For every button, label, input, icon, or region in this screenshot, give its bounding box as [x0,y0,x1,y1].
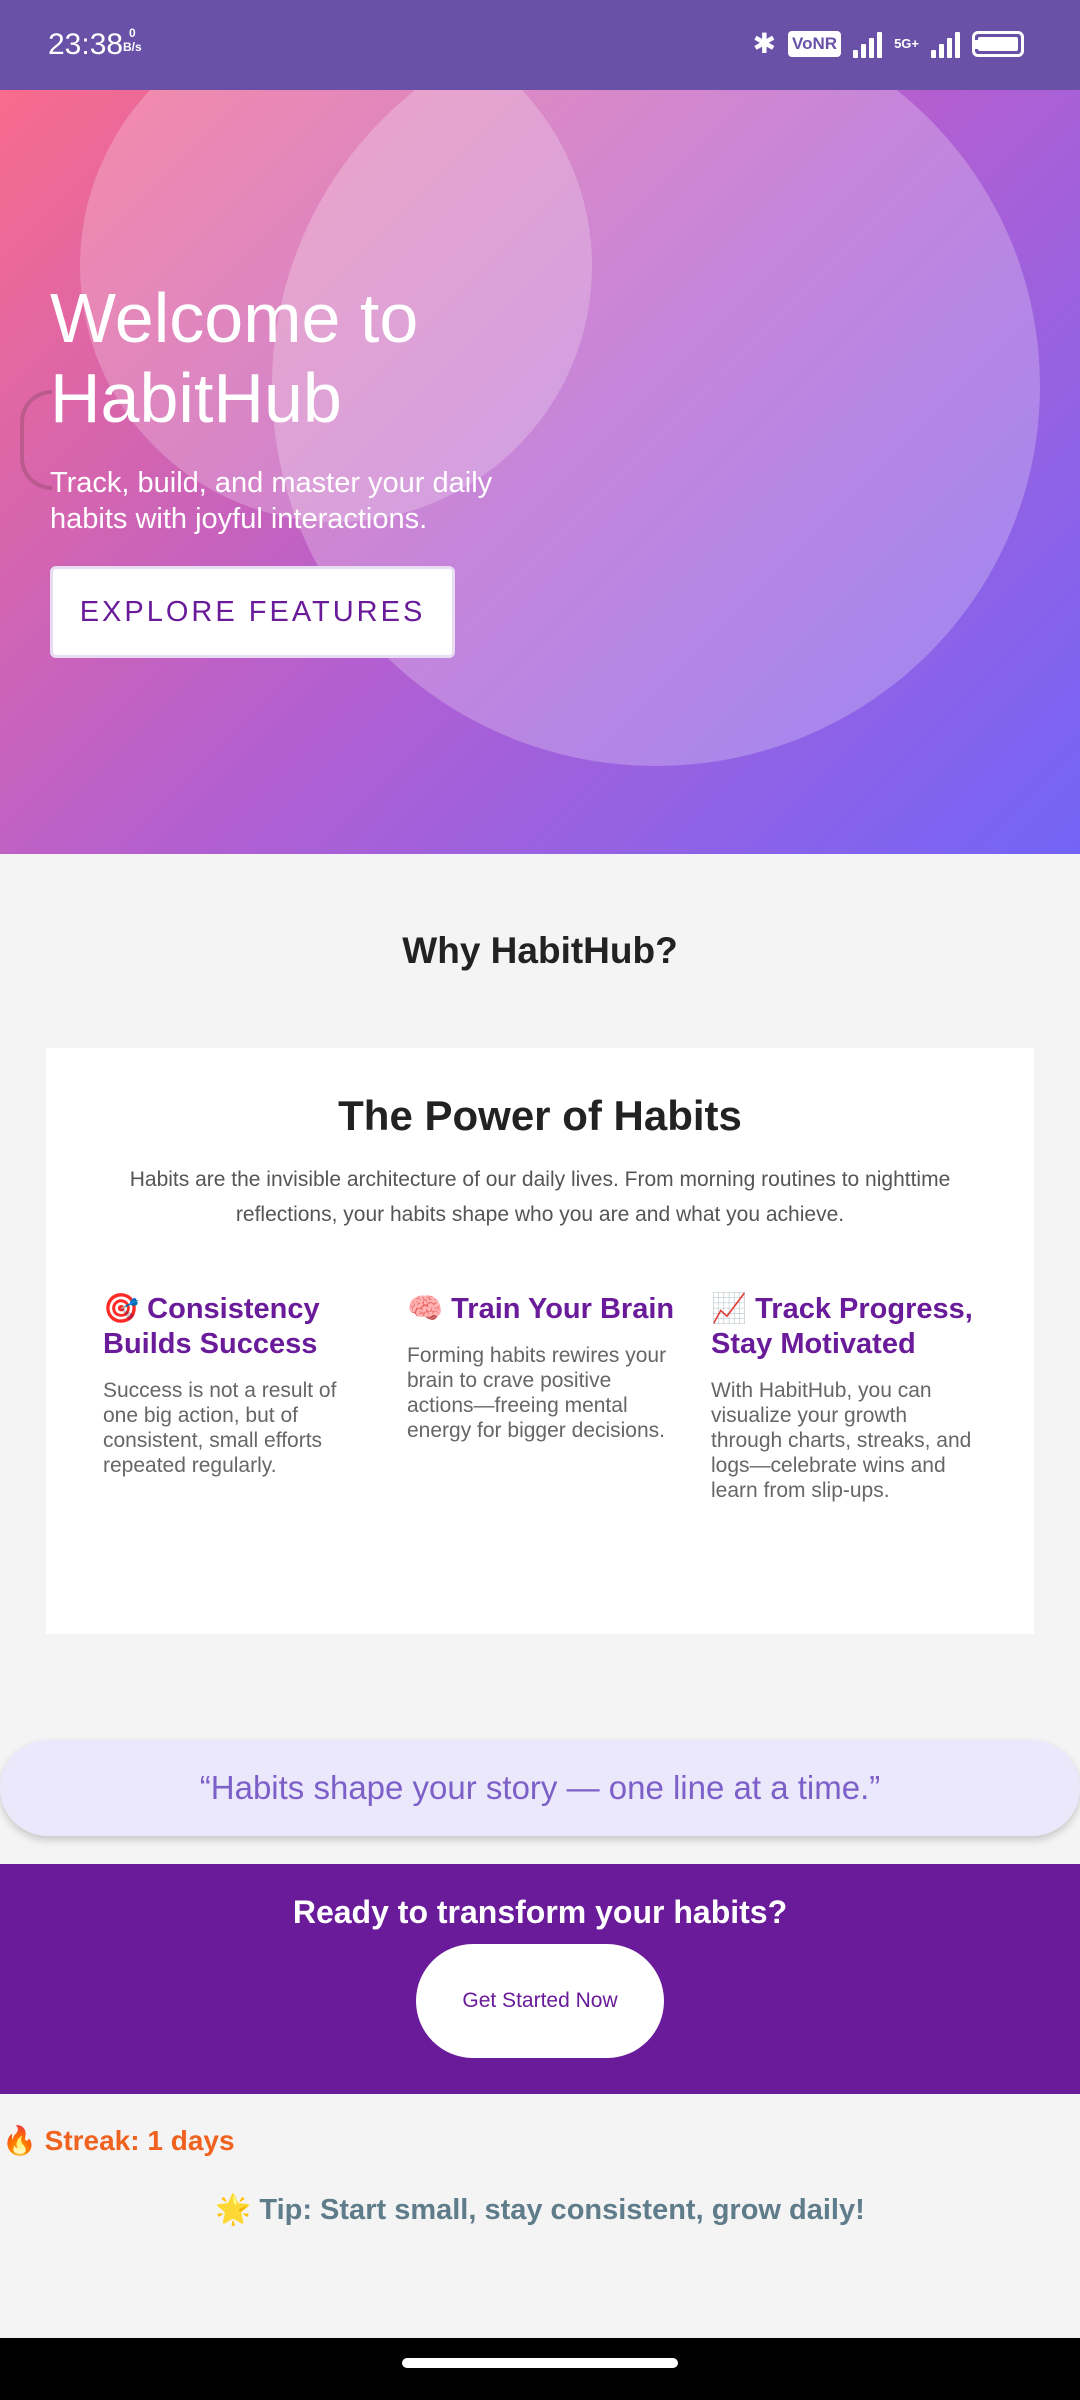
get-started-button[interactable]: Get Started Now [416,1944,664,2058]
chart-up-icon: 📈 [711,1293,748,1325]
battery-icon [972,31,1024,57]
card-description: Habits are the invisible architecture of… [129,1168,951,1226]
feature-text: With HabitHub, you can visualize your gr… [711,1379,972,1502]
status-time: 23:38 [48,28,124,61]
habits-card: The Power of Habits Habits are the invis… [46,1048,1034,1634]
signal-icon [853,30,883,58]
feature-track-progress: 📈 Track Progress, Stay Motivated With Ha… [711,1292,981,1503]
hero-title-line2: HabitHub [50,359,342,437]
status-icons: ✱ VoNR 5G+ [753,26,1024,62]
network-speed-unit: B/s [123,40,142,54]
hero-title: Welcome to HabitHub [50,278,418,438]
hero-title-line1: Welcome to [50,279,419,357]
streak-counter: 🔥 Streak: 1 days [2,2125,235,2156]
feature-train-brain: 🧠 Train Your Brain Forming habits rewire… [407,1292,677,1443]
system-nav-bar [0,2338,1080,2400]
section-title: Why HabitHub? [402,930,678,971]
feature-title: 🎯 Consistency Builds Success [103,1292,363,1362]
network-type-label: 5G+ [894,36,919,51]
signal-icon [931,30,960,58]
network-speed: 0 B/s [123,26,142,54]
bluetooth-icon: ✱ [752,28,777,59]
daily-tip: 🌟 Tip: Start small, stay consistent, gro… [215,2194,865,2226]
network-speed-value: 0 [129,26,136,40]
explore-features-button[interactable]: EXPLORE FEATURES [50,566,455,658]
edge-swipe-handle[interactable] [20,390,52,490]
feature-title-text: Train Your Brain [451,1293,675,1325]
quote-banner: “Habits shape your story — one line at a… [0,1740,1080,1836]
home-gesture-handle[interactable] [402,2358,678,2368]
feature-title: 🧠 Train Your Brain [407,1292,677,1327]
feature-consistency: 🎯 Consistency Builds Success Success is … [103,1292,363,1478]
vonr-badge: VoNR [788,31,842,57]
feature-text: Success is not a result of one big actio… [103,1379,337,1477]
feature-title: 📈 Track Progress, Stay Motivated [711,1292,981,1362]
feature-text: Forming habits rewires your brain to cra… [407,1344,667,1442]
hero-section: Welcome to HabitHub Track, build, and ma… [0,90,1080,854]
brain-icon: 🧠 [407,1293,444,1325]
status-bar: 23:38 0 B/s ✱ VoNR 5G+ [0,0,1080,90]
cta-title: Ready to transform your habits? [292,1894,788,1930]
feature-title-text: Track Progress, Stay Motivated [711,1293,973,1360]
cta-section: Ready to transform your habits? Get Star… [0,1864,1080,2094]
card-title: The Power of Habits [338,1092,742,1139]
hero-subtitle: Track, build, and master your daily habi… [50,467,493,535]
target-icon: 🎯 [103,1293,140,1325]
